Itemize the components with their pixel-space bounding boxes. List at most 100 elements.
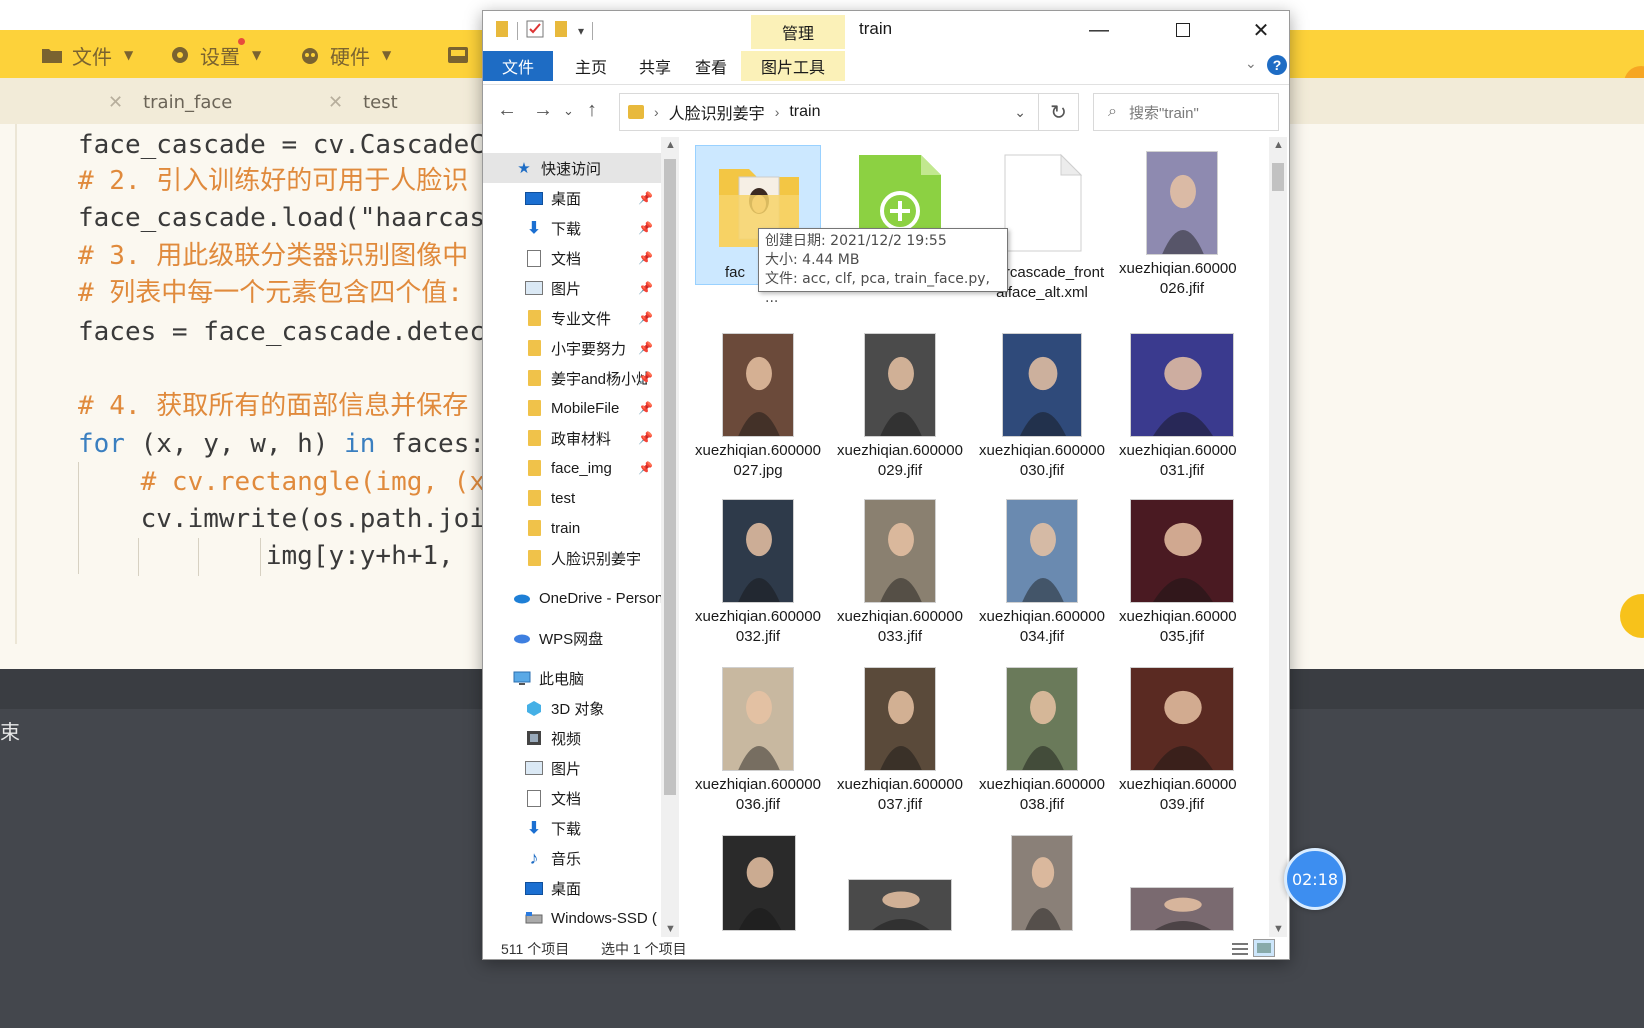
file-item[interactable] — [695, 829, 821, 937]
tab-view[interactable]: 查看 — [683, 51, 739, 81]
scroll-down-icon[interactable]: ▼ — [665, 923, 676, 935]
file-item[interactable]: xuezhiqian.600000037.jfif — [837, 661, 963, 831]
search-input[interactable]: ⌕ 搜索"train" — [1093, 93, 1279, 131]
settings-menu-button[interactable]: 设置 ▼ — [168, 41, 261, 69]
address-bar[interactable]: › 人脸识别姜宇 › train ⌄ — [619, 93, 1039, 131]
tab-picture-tools[interactable]: 图片工具 — [741, 51, 845, 81]
file-item[interactable]: xuezhiqian.600000027.jpg — [695, 327, 821, 497]
nav-drive[interactable]: Windows-SSD ( — [483, 903, 661, 933]
file-explorer-window[interactable]: ▾ 管理 train — ✕ 文件 主页 共享 查看 图片工具 ⌄ ? ← → … — [482, 10, 1290, 960]
tab-manage[interactable]: 管理 — [751, 15, 845, 49]
tab-home[interactable]: 主页 — [563, 51, 619, 81]
navigation-pane[interactable]: ★ 快速访问 桌面 📌 ⬇ 下载 📌 文档 📌 图片 📌 专业文件 📌 小宇要努… — [483, 137, 681, 937]
nav-folder[interactable]: 姜宇and杨小灿 📌 — [483, 363, 661, 393]
file-item[interactable]: xuezhiqian.600000032.jfif — [695, 493, 821, 663]
close-button[interactable]: ✕ — [1233, 11, 1289, 49]
file-item[interactable]: xuezhiqian.600000034.jfif — [979, 493, 1105, 663]
up-button[interactable]: ↑ — [587, 99, 597, 122]
nav-pictures[interactable]: 图片 📌 — [483, 273, 661, 303]
large-icons-view-icon[interactable] — [1253, 939, 1275, 957]
properties-icon[interactable] — [526, 20, 544, 43]
customize-arrow-icon[interactable]: ▾ — [578, 24, 584, 38]
new-folder-icon[interactable] — [554, 20, 568, 43]
title-bar[interactable]: ▾ 管理 train — ✕ — [483, 11, 1289, 49]
back-button[interactable]: ← — [497, 99, 517, 122]
nav-folder[interactable]: 小宇要努力 📌 — [483, 333, 661, 363]
nav-folder[interactable]: MobileFile 📌 — [483, 393, 661, 423]
nav-label: WPS网盘 — [539, 630, 604, 648]
nav-folder[interactable]: 政审材料 📌 — [483, 423, 661, 453]
nav-music[interactable]: ♪ 音乐 — [483, 843, 661, 873]
folder-icon — [525, 400, 543, 416]
scroll-up-icon[interactable]: ▲ — [1273, 139, 1284, 151]
file-item[interactable]: xuezhiqian.600000031.jfif — [1119, 327, 1237, 497]
help-button[interactable]: ? — [1267, 55, 1287, 75]
code-line: # 3. 用此级联分类器识别图像中 — [78, 241, 469, 271]
file-item[interactable]: xuezhiqian.600000039.jfif — [1119, 661, 1237, 831]
nav-documents[interactable]: 文档 — [483, 783, 661, 813]
file-item[interactable]: xuezhiqian.600000029.jfif — [837, 327, 963, 497]
tab-train-face[interactable]: ✕ train_face — [108, 84, 232, 120]
file-item[interactable] — [979, 829, 1105, 937]
tab-file[interactable]: 文件 — [483, 51, 553, 81]
file-item[interactable]: xuezhiqian.600000038.jfif — [979, 661, 1105, 831]
breadcrumb-item[interactable]: train — [789, 103, 820, 121]
close-icon[interactable]: ✕ — [108, 92, 123, 113]
file-item[interactable]: xuezhiqian.600000033.jfif — [837, 493, 963, 663]
maximize-button[interactable] — [1155, 11, 1211, 49]
file-item[interactable]: xuezhiqian.600000035.jfif — [1119, 493, 1237, 663]
hardware-menu-button[interactable]: 硬件 ▼ — [298, 41, 391, 69]
file-item[interactable] — [1119, 829, 1237, 937]
nav-documents[interactable]: 文档 📌 — [483, 243, 661, 273]
recent-locations-button[interactable]: ⌄ — [563, 103, 574, 119]
nav-downloads[interactable]: ⬇ 下载 📌 — [483, 213, 661, 243]
nav-folder[interactable]: 人脸识别姜宇 — [483, 543, 661, 573]
breadcrumb-item[interactable]: 人脸识别姜宇 — [669, 100, 765, 124]
refresh-button[interactable]: ↻ — [1039, 93, 1079, 131]
file-item[interactable]: xuezhiqian.600000036.jfif — [695, 661, 821, 831]
nav-folder[interactable]: 专业文件 📌 — [483, 303, 661, 333]
hardware-menu-label: 硬件 — [330, 44, 370, 69]
help-icon: ? — [1267, 55, 1287, 75]
nav-this-pc[interactable]: 此电脑 — [483, 663, 661, 693]
file-item[interactable]: xuezhiqian.600000026.jfif — [1119, 145, 1237, 315]
minimize-button[interactable]: — — [1071, 11, 1127, 49]
scroll-up-icon[interactable]: ▲ — [665, 139, 676, 151]
nav-scrollbar[interactable]: ▲ ▼ — [661, 137, 679, 937]
video-icon — [525, 730, 543, 746]
selection-count: 选中 1 个项目 — [601, 941, 687, 957]
scroll-thumb[interactable] — [664, 159, 676, 795]
chevron-down-icon[interactable]: ⌄ — [1014, 104, 1026, 121]
nav-videos[interactable]: 视频 — [483, 723, 661, 753]
recording-timer[interactable]: 02:18 — [1284, 848, 1346, 910]
nav-folder[interactable]: face_img 📌 — [483, 453, 661, 483]
nav-wps-cloud[interactable]: WPS网盘 — [483, 623, 661, 653]
scroll-thumb[interactable] — [1272, 163, 1284, 191]
nav-pictures[interactable]: 图片 — [483, 753, 661, 783]
nav-onedrive[interactable]: OneDrive - Personal — [483, 583, 661, 613]
nav-folder[interactable]: train — [483, 513, 661, 543]
nav-desktop[interactable]: 桌面 — [483, 873, 661, 903]
file-item[interactable]: xuezhiqian.600000030.jfif — [979, 327, 1105, 497]
window-title: train — [859, 19, 893, 38]
code-line: face_cascade = cv.CascadeCl — [78, 130, 501, 160]
content-scrollbar[interactable]: ▲ ▼ — [1269, 137, 1287, 937]
scroll-down-icon[interactable]: ▼ — [1273, 923, 1284, 935]
image-thumbnail — [1130, 499, 1234, 603]
nav-downloads[interactable]: ⬇ 下载 — [483, 813, 661, 843]
file-item[interactable] — [837, 829, 963, 937]
arrow-up-icon: ↑ — [587, 99, 597, 121]
tab-test[interactable]: ✕ test — [328, 84, 398, 120]
nav-quick-access[interactable]: ★ 快速访问 — [483, 153, 661, 183]
close-icon[interactable]: ✕ — [328, 92, 343, 113]
tab-share[interactable]: 共享 — [627, 51, 683, 81]
nav-desktop[interactable]: 桌面 📌 — [483, 183, 661, 213]
details-view-icon[interactable] — [1229, 939, 1251, 957]
file-menu-button[interactable]: 文件 ▼ — [40, 41, 133, 69]
nav-folder[interactable]: test — [483, 483, 661, 513]
ribbon-expand-button[interactable]: ⌄ — [1245, 55, 1257, 72]
inbox-button[interactable] — [446, 41, 470, 69]
forward-button[interactable]: → — [533, 99, 553, 122]
nav-3d-objects[interactable]: 3D 对象 — [483, 693, 661, 723]
file-name: xuezhiqian.600000033.jfif — [837, 608, 963, 645]
